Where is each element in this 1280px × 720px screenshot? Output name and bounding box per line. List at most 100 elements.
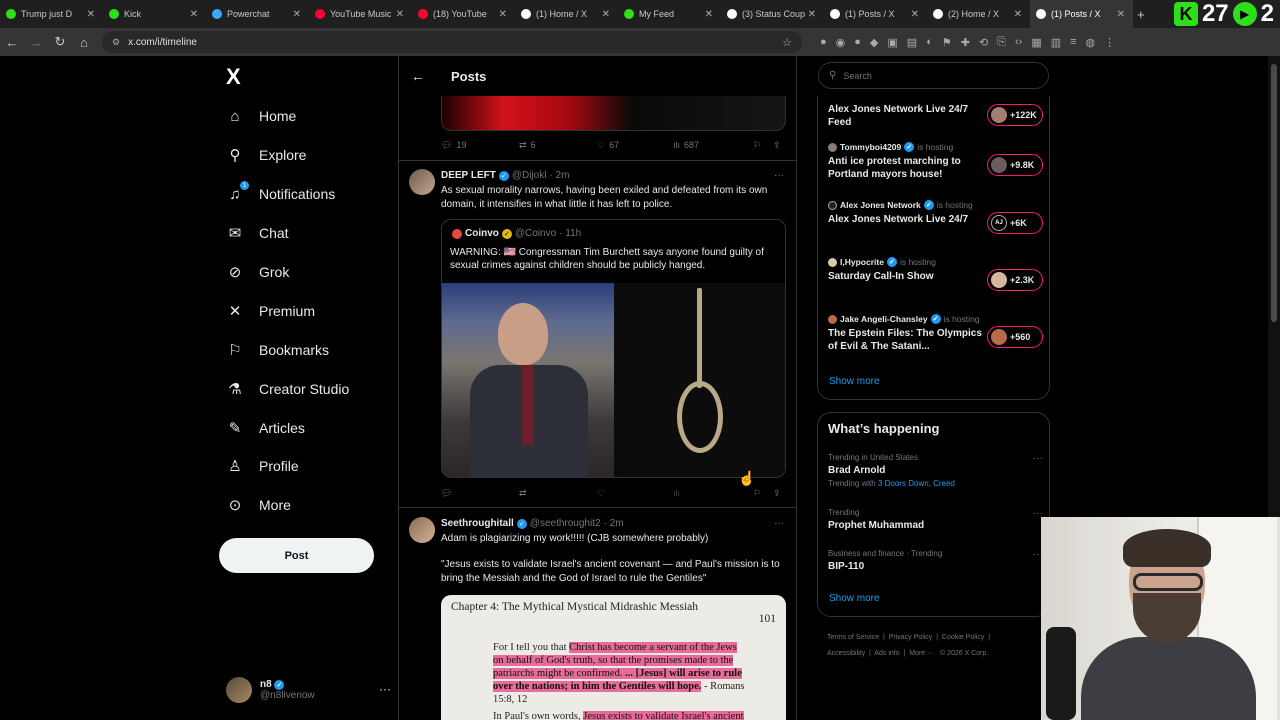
more-horizontal-icon[interactable]: ··· <box>774 518 784 529</box>
author-handle[interactable]: @seethroughit2 <box>530 518 601 529</box>
author-name[interactable]: Seethroughitall <box>441 518 514 529</box>
extension-icon[interactable]: ≡ <box>1070 36 1076 49</box>
author-name[interactable]: DEEP LEFT <box>441 170 496 181</box>
reply-button[interactable]: 💬︎ 19 <box>441 140 519 151</box>
live-item[interactable]: Alex Jones Network Live 24/7 Feed +122K <box>828 100 1043 129</box>
nav-item-creator-studio[interactable]: ⚗ Creator Studio <box>226 374 349 404</box>
browser-tab[interactable]: (3) Status Coup ✕ <box>721 0 824 28</box>
browser-tab[interactable]: Powerchat ✕ <box>206 0 309 28</box>
live-listeners-pill[interactable]: +122K <box>987 104 1043 126</box>
extension-icon[interactable]: ◆ <box>870 36 878 49</box>
bookmark-button[interactable]: ⚐ <box>753 140 773 151</box>
close-icon[interactable]: ✕ <box>190 9 198 20</box>
show-more-link[interactable]: Show more <box>829 376 880 387</box>
trend-item[interactable]: Trending in United States Brad Arnold Tr… <box>828 453 1043 488</box>
account-switcher[interactable]: n8 ✓ @n8livenow ··· <box>226 674 391 706</box>
extension-icon[interactable]: ◉ <box>836 36 846 49</box>
nav-item-bookmarks[interactable]: ⚐ Bookmarks <box>226 335 329 365</box>
live-item[interactable]: Alex Jones Network ✓ is hosting Alex Jones… <box>828 200 1043 234</box>
browser-tab[interactable]: (2) Home / X ✕ <box>927 0 1030 28</box>
trend-related-links[interactable]: 3 Doors Down, Creed <box>878 479 955 488</box>
site-info-icon[interactable]: ⚙ <box>112 37 120 48</box>
browser-menu-icon[interactable]: ⋮ <box>1104 36 1115 49</box>
extension-icon[interactable]: ⎘ <box>997 36 1006 49</box>
back-icon[interactable]: ← <box>0 35 24 50</box>
nav-item-chat[interactable]: ✉ Chat <box>226 218 289 248</box>
live-listeners-pill[interactable]: +2.3K <box>987 269 1043 291</box>
extension-icon[interactable]: ▣ <box>887 36 897 49</box>
history-icon[interactable]: ⟲ <box>979 36 988 49</box>
nav-item-grok[interactable]: ⊘ Grok <box>226 257 290 287</box>
more-horizontal-icon[interactable]: ··· <box>774 170 784 181</box>
reload-icon[interactable]: ↻ <box>48 34 72 50</box>
post-media[interactable] <box>441 96 786 131</box>
live-item[interactable]: I,Hypocrite ✓ is hosting Saturday Call-In … <box>828 257 1043 291</box>
nav-item-premium[interactable]: ✕ Premium <box>226 296 315 326</box>
extensions-puzzle-icon[interactable]: ✚ <box>961 36 970 49</box>
browser-tab-active[interactable]: (1) Posts / X ✕ <box>1030 0 1133 28</box>
extension-icon[interactable]: ▥ <box>1051 36 1061 49</box>
avatar[interactable] <box>409 169 435 195</box>
close-icon[interactable]: ✕ <box>705 9 713 20</box>
close-icon[interactable]: ✕ <box>911 9 919 20</box>
avatar[interactable] <box>409 517 435 543</box>
close-icon[interactable]: ✕ <box>396 9 404 20</box>
bookmark-button[interactable]: ⚐ <box>753 488 773 499</box>
like-button[interactable]: ♡ 67 <box>597 140 673 151</box>
profile-avatar-icon[interactable]: ◍ <box>1086 36 1096 49</box>
extension-icon[interactable]: ⚑ <box>942 36 952 49</box>
show-more-link[interactable]: Show more <box>829 593 880 604</box>
devtools-icon[interactable]: ‹› <box>1015 36 1022 49</box>
extension-counter[interactable]: K 27 ▶ 2 <box>1173 0 1280 28</box>
close-icon[interactable]: ✕ <box>1117 9 1125 20</box>
browser-tab[interactable]: (18) YouTube ✕ <box>412 0 515 28</box>
views-button[interactable]: ılı 687 <box>673 140 753 150</box>
browser-tab[interactable]: (1) Home / X ✕ <box>515 0 618 28</box>
nav-item-notifications[interactable]: ♫ 1 Notifications <box>226 179 335 209</box>
more-horizontal-icon[interactable]: ··· <box>1033 453 1043 464</box>
share-button[interactable]: ⇪ <box>773 140 781 151</box>
nav-item-more[interactable]: ⊙ More <box>226 490 291 520</box>
live-listeners-pill[interactable]: +9.8K <box>987 154 1043 176</box>
live-listeners-pill[interactable]: AJ +6K <box>987 212 1043 234</box>
like-button[interactable]: ♡ <box>597 488 673 499</box>
close-icon[interactable]: ✕ <box>87 9 95 20</box>
tweet-media-book-page[interactable]: Chapter 4: The Mythical Mystical Midrash… <box>441 595 786 720</box>
home-page-icon[interactable]: ⌂ <box>72 35 96 50</box>
close-icon[interactable]: ✕ <box>499 9 507 20</box>
more-horizontal-icon[interactable]: ··· <box>379 682 391 696</box>
footer-link[interactable]: Ads info <box>874 650 899 657</box>
trend-item[interactable]: Trending Prophet Muhammad ··· <box>828 508 1043 531</box>
close-icon[interactable]: ✕ <box>602 9 610 20</box>
search-input[interactable]: ⚲ Search <box>818 62 1049 89</box>
live-item[interactable]: Tommyboi4209 ✓ is hosting Anti ice protest… <box>828 142 1043 181</box>
extension-icon[interactable]: ● <box>854 36 861 49</box>
x-logo[interactable]: X <box>226 64 241 90</box>
nav-item-articles[interactable]: ✎ Articles <box>226 413 305 443</box>
repost-button[interactable]: ⇄ 6 <box>519 140 597 151</box>
browser-tab[interactable]: My Feed ✕ <box>618 0 721 28</box>
browser-tab[interactable]: Trump just D ✕ <box>0 0 103 28</box>
reply-button[interactable]: 💬︎ <box>441 488 519 499</box>
scrollbar-thumb[interactable] <box>1271 64 1277 322</box>
footer-link[interactable]: Accessibility <box>827 650 865 657</box>
nav-item-profile[interactable]: ♙ Profile <box>226 451 298 481</box>
nav-item-explore[interactable]: ⚲ Explore <box>226 140 307 170</box>
browser-tab[interactable]: (1) Posts / X ✕ <box>824 0 927 28</box>
timestamp[interactable]: · 2m <box>549 170 569 181</box>
extension-icon[interactable]: ● <box>820 36 827 49</box>
live-item[interactable]: Jake Angeli-Chansley ✓ is hosting The Epst… <box>828 314 1043 353</box>
trend-item[interactable]: Business and finance · Trending BIP-110 … <box>828 549 1043 572</box>
bookmark-star-icon[interactable]: ☆ <box>782 36 792 49</box>
back-arrow-icon[interactable]: ← <box>411 68 431 84</box>
repost-button[interactable]: ⇄ <box>519 488 597 499</box>
quote-media[interactable] <box>442 283 785 477</box>
footer-link[interactable]: More ··· <box>909 650 934 657</box>
live-listeners-pill[interactable]: +560 <box>987 326 1043 348</box>
author-handle[interactable]: @Dijokl <box>512 170 547 181</box>
timestamp[interactable]: · 2m <box>604 518 624 529</box>
views-button[interactable]: ılı <box>673 488 753 498</box>
forward-icon[interactable]: → <box>24 35 48 50</box>
close-icon[interactable]: ✕ <box>808 9 816 20</box>
new-tab-button[interactable]: + <box>1137 7 1145 22</box>
